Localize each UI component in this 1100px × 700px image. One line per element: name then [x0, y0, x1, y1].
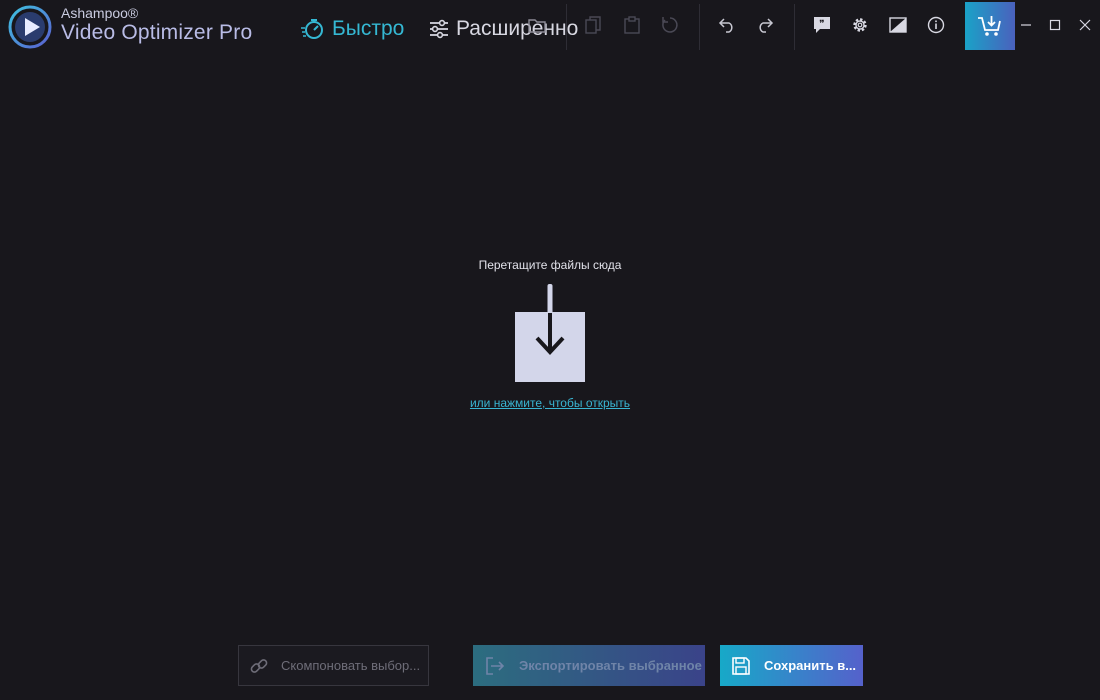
undo-button[interactable] [712, 10, 742, 40]
feedback-button[interactable]: ❞ [807, 10, 837, 40]
tab-advanced-mode[interactable]: Расширенно [428, 14, 578, 44]
export-label: Экспортировать выбранное [519, 658, 702, 673]
combine-button[interactable]: Скомпоновать выбор... [238, 645, 429, 686]
combine-label: Скомпоновать выбор... [281, 658, 421, 673]
reset-button[interactable] [655, 10, 685, 40]
maximize-button[interactable] [1040, 10, 1070, 40]
paste-button[interactable] [617, 10, 647, 40]
toolbar-separator [699, 4, 700, 50]
redo-button[interactable] [750, 10, 780, 40]
compare-button[interactable] [883, 10, 913, 40]
drop-zone-title: Перетащите файлы сюда [478, 258, 622, 272]
info-icon [927, 16, 945, 34]
save-icon [732, 656, 750, 675]
minimize-button[interactable] [1011, 10, 1041, 40]
minimize-icon [1021, 24, 1031, 26]
link-icon [250, 658, 268, 673]
title-bar: Ashampoo® Video Optimizer Pro Быстро Рас… [0, 0, 1100, 50]
toolbar-separator [566, 4, 567, 50]
brand-company: Ashampoo® [61, 5, 139, 21]
drop-zone[interactable] [505, 282, 595, 386]
export-selected-button[interactable]: Экспортировать выбранное [473, 645, 705, 686]
buy-button[interactable] [965, 2, 1015, 50]
copy-icon [585, 16, 601, 34]
maximize-icon [1049, 19, 1061, 31]
save-to-button[interactable]: Сохранить в... [720, 645, 863, 686]
export-icon [486, 656, 505, 675]
copy-button[interactable] [578, 10, 608, 40]
sliders-icon [430, 19, 448, 39]
feedback-icon: ❞ [814, 17, 830, 33]
app-logo-icon [8, 5, 52, 49]
open-folder-button[interactable] [522, 10, 552, 40]
undo-icon [718, 18, 733, 33]
info-button[interactable] [921, 10, 951, 40]
redo-icon [759, 18, 774, 33]
close-button[interactable] [1070, 10, 1100, 40]
reset-icon [662, 17, 678, 33]
tab-fast-label: Быстро [332, 17, 405, 40]
compare-icon [889, 17, 907, 33]
open-files-link[interactable]: или нажмите, чтобы открыть [400, 396, 700, 410]
tab-advanced-label: Расширенно [456, 17, 579, 40]
gear-icon [853, 18, 867, 32]
svg-text:❞: ❞ [819, 19, 824, 30]
toolbar-separator [794, 4, 795, 50]
stopwatch-icon [301, 19, 323, 39]
save-label: Сохранить в... [764, 658, 857, 673]
close-icon [1079, 19, 1091, 31]
app-title: Video Optimizer Pro [61, 21, 253, 44]
tab-fast-mode[interactable]: Быстро [300, 14, 404, 44]
cart-icon [978, 16, 1001, 36]
open-folder-icon [528, 19, 546, 33]
settings-button[interactable] [845, 10, 875, 40]
paste-icon [624, 16, 640, 34]
